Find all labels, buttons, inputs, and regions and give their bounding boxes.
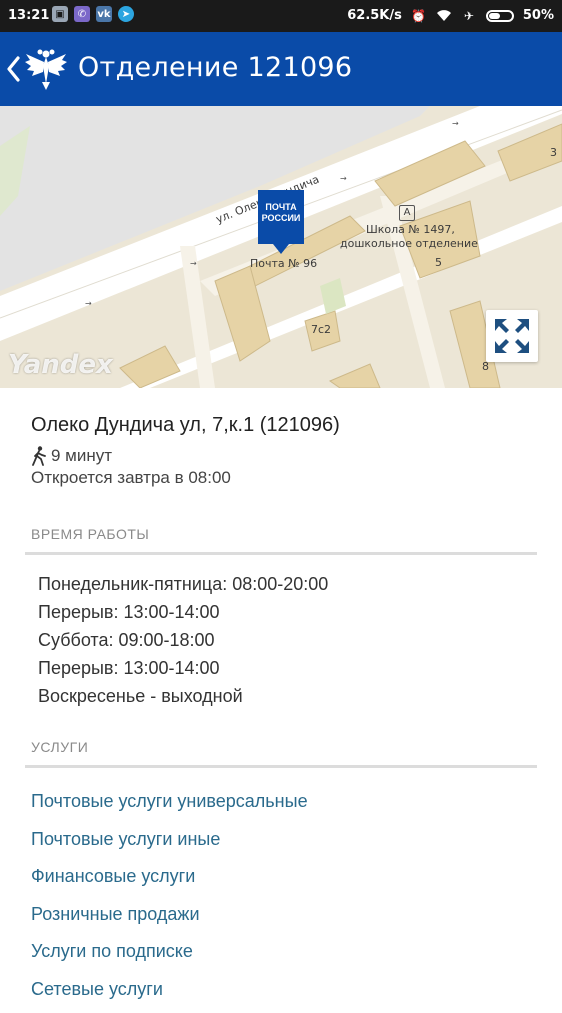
school-label-2: дошкольное отделение [340,237,478,250]
divider [25,552,537,555]
status-time: 13:21 [8,8,49,23]
map-view[interactable]: → → → → → ул. Олеко Дундича Почта № 96 Ш… [0,106,562,388]
svg-text:→: → [190,259,197,268]
alarm-off-icon: ⏰ [411,9,427,23]
pin-text-line2: РОССИИ [258,213,304,224]
hours-list: Понедельник-пятница: 08:00-20:00 Перерыв… [38,574,328,714]
svg-text:→: → [340,174,347,183]
status-bar: 13:21 ▣ ✆ vk ➤ 62.5K/s ⏰ ✈ 50% [0,0,562,32]
opening-status: Откроется завтра в 08:00 [31,468,231,488]
branch-address: Олеко Дундича ул, 7,к.1 (121096) [31,414,340,437]
telegram-icon: ➤ [118,6,134,22]
hours-row: Понедельник-пятница: 08:00-20:00 [38,574,328,602]
status-right: 62.5K/s ⏰ ✈ 50% [347,8,554,23]
walking-person-icon [31,446,47,466]
svg-text:→: → [452,119,459,128]
back-button[interactable] [4,54,22,84]
service-link[interactable]: Услуги по подписке [31,938,308,976]
divider [25,765,537,768]
service-link[interactable]: Финансовые услуги [31,863,308,901]
building-number: 3 [550,146,557,159]
app-header: Отделение 121096 [0,32,562,106]
network-speed: 62.5K/s [347,8,402,23]
building-number: 5 [435,256,442,269]
service-link[interactable]: Розничные продажи [31,901,308,939]
hours-row: Перерыв: 13:00-14:00 [38,602,328,630]
post-office-label: Почта № 96 [250,257,317,270]
svg-text:→: → [85,299,92,308]
viber-icon: ✆ [74,6,90,22]
wifi-icon [436,9,452,23]
notification-icons: ▣ ✆ vk ➤ [52,6,134,22]
service-link[interactable]: Почтовые услуги универсальные [31,788,308,826]
school-label: Школа № 1497, [366,223,455,236]
walk-time: 9 минут [31,446,112,466]
russian-post-eagle-logo [22,44,70,92]
fullscreen-map-button[interactable] [486,310,538,362]
services-list: Почтовые услуги универсальные Почтовые у… [31,788,308,1013]
hours-row: Перерыв: 13:00-14:00 [38,658,328,686]
hours-section-title: ВРЕМЯ РАБОТЫ [31,526,149,542]
pin-text-line1: ПОЧТА [258,202,304,213]
service-link[interactable]: Почтовые услуги иные [31,826,308,864]
walk-time-value: 9 минут [51,446,112,466]
building-number: 7с2 [311,323,331,336]
hours-row: Воскресенье - выходной [38,686,328,714]
chevron-left-icon [6,56,20,82]
battery-icon [486,10,514,22]
school-icon: A [399,205,415,221]
yandex-watermark: Yandex [8,350,113,380]
battery-percent: 50% [523,8,554,23]
hours-row: Суббота: 09:00-18:00 [38,630,328,658]
vk-icon: vk [96,6,112,22]
services-section-title: УСЛУГИ [31,739,88,755]
airplane-icon: ✈ [461,9,477,23]
page-title: Отделение 121096 [78,52,352,83]
service-link[interactable]: Сетевые услуги [31,976,308,1013]
gallery-icon: ▣ [52,6,68,22]
expand-arrows-icon [493,317,531,355]
post-office-pin[interactable]: ПОЧТА РОССИИ [258,190,304,244]
